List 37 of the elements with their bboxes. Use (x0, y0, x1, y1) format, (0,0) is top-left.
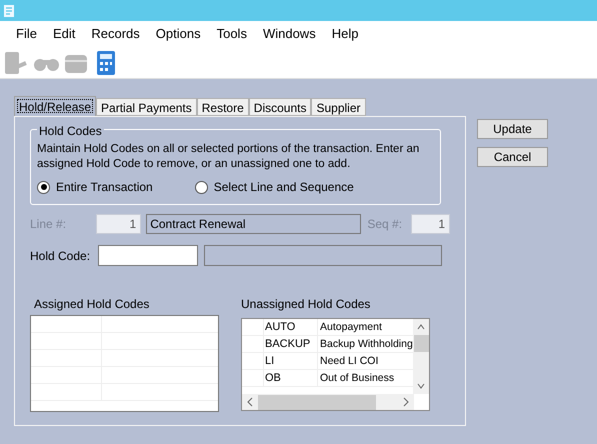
app-icon (3, 4, 17, 18)
hold-code-field[interactable] (98, 245, 198, 266)
radio-label: Select Line and Sequence (214, 179, 354, 196)
radio-option[interactable]: Select Line and Sequence (194, 178, 356, 196)
horizontal-scrollbar[interactable] (242, 394, 414, 410)
seq-label: Seq #: (367, 216, 404, 233)
assigned-list[interactable] (30, 315, 219, 412)
vertical-scrollbar[interactable] (413, 319, 429, 394)
tab[interactable]: Discounts (248, 98, 312, 116)
unassigned-list[interactable]: AUTO Autopayment BACKUP Backup Withholding LI Need LI COI OB Out of Business (241, 318, 430, 411)
tab[interactable]: Restore (196, 98, 249, 116)
code-cell-text: LI (264, 354, 276, 369)
assigned-title: Assigned Hold Codes (34, 296, 150, 309)
description-field: Contract Renewal (146, 214, 362, 234)
menu-item[interactable]: Options (148, 24, 209, 44)
unassigned-title: Unassigned Hold Codes (241, 296, 372, 309)
tab[interactable]: Supplier (311, 98, 366, 116)
line-label: Line #: (30, 216, 68, 233)
scroll-thumb[interactable] (414, 335, 428, 352)
menu-item[interactable]: Windows (254, 24, 324, 44)
code-cell-text: OB (264, 370, 282, 386)
menu-item[interactable]: Tools (208, 24, 255, 44)
scroll-thumb[interactable] (258, 394, 376, 410)
tab[interactable]: Hold/Release (14, 96, 96, 116)
tab[interactable]: Partial Payments (96, 98, 197, 116)
code-cell-text: BACKUP (264, 336, 312, 352)
description-text: Maintain Hold Codes on all or selected portions of the transaction. Enter an assigned Hold Code to remove, or an unassigned one to add. (37, 142, 420, 172)
menu-item[interactable]: Edit (44, 24, 84, 44)
radio-option[interactable]: Entire Transaction (37, 178, 155, 196)
action-button[interactable]: Cancel (477, 147, 548, 167)
radio-label: Entire Transaction (56, 179, 153, 196)
action-button[interactable]: Update (477, 119, 548, 139)
hold-code-label: Hold Code: (30, 248, 92, 264)
code-cell-text: AUTO (264, 320, 296, 335)
menu-item[interactable]: Records (83, 24, 148, 44)
menu-item[interactable]: File (8, 24, 45, 44)
menu-item[interactable]: Help (324, 24, 366, 44)
